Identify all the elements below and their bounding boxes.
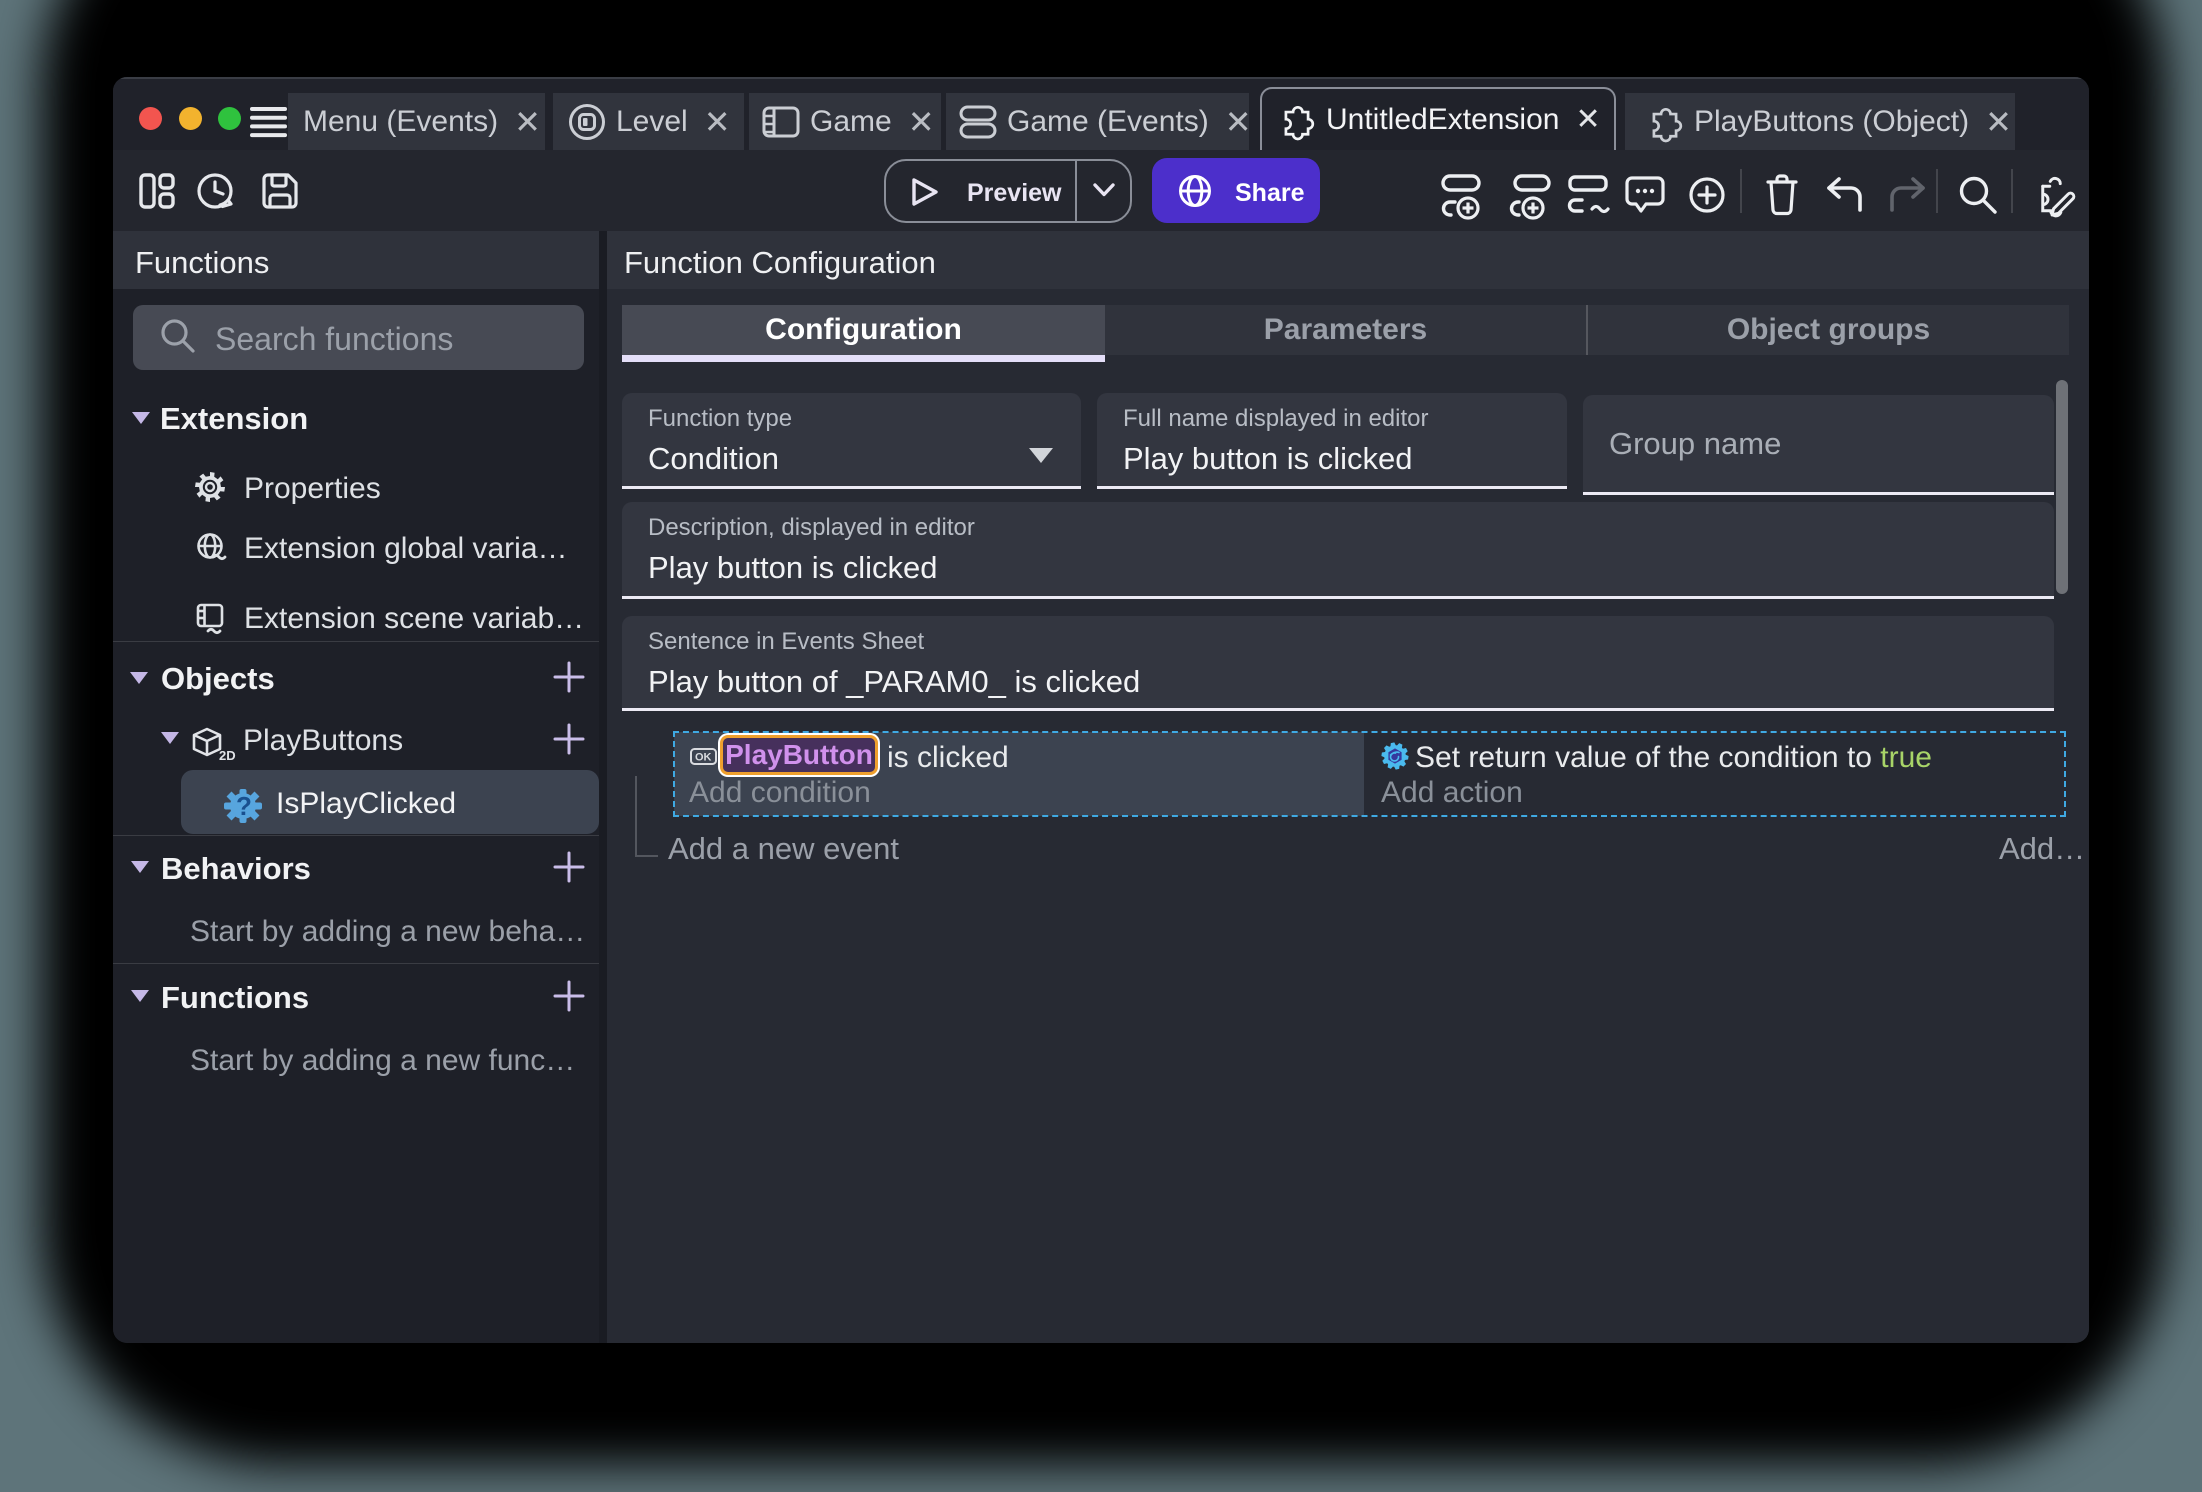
svg-text:OK: OK [695, 752, 712, 764]
svg-text:?: ? [236, 791, 252, 821]
svg-text:2D: 2D [219, 748, 236, 763]
